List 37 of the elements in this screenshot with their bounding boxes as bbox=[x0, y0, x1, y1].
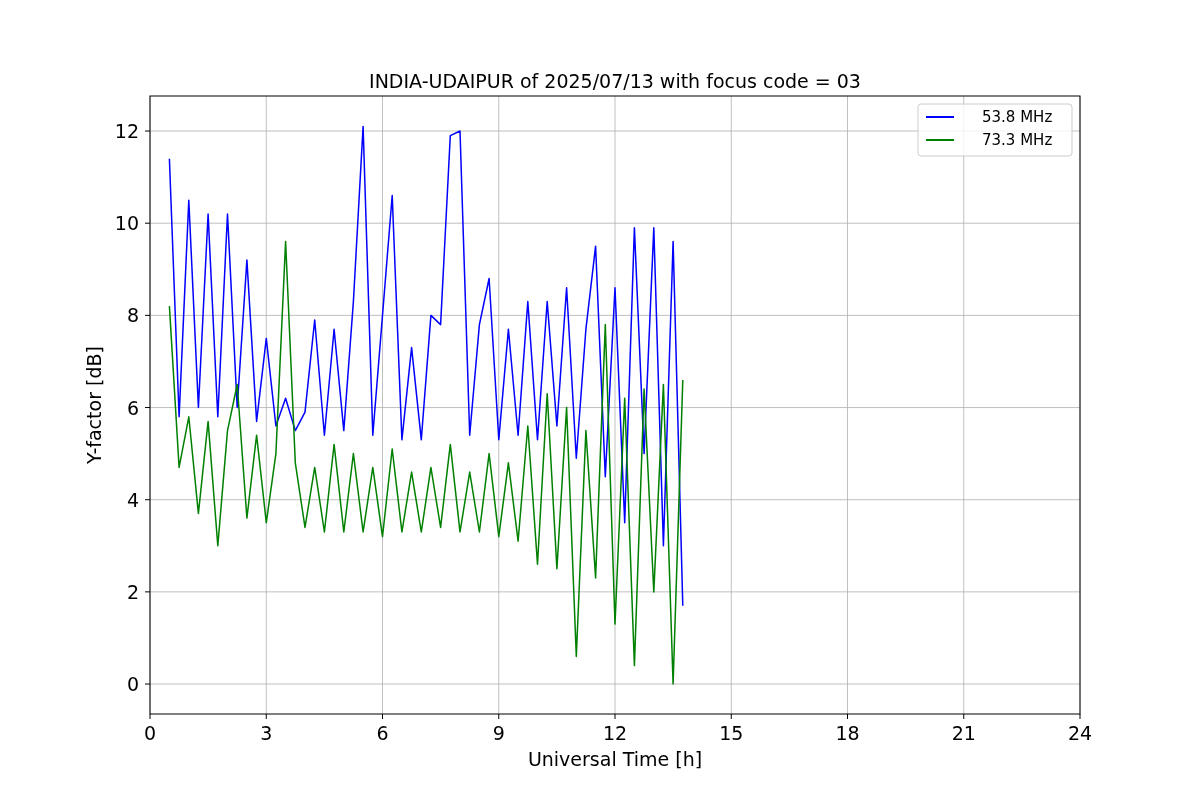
legend-label: 73.3 MHz bbox=[982, 131, 1053, 149]
tick-mark bbox=[144, 130, 151, 132]
tick-mark bbox=[730, 713, 732, 720]
tick-mark bbox=[144, 499, 151, 501]
tick-label: 6 bbox=[126, 396, 139, 419]
tick-label: 21 bbox=[951, 722, 976, 744]
tick-label: 2 bbox=[126, 580, 139, 603]
tick-mark bbox=[144, 683, 151, 685]
tick-label: 18 bbox=[835, 722, 860, 744]
tick-label: 6 bbox=[376, 722, 389, 744]
y-axis-label: Y-factor [dB] bbox=[83, 346, 105, 464]
tick-mark bbox=[1079, 713, 1081, 720]
tick-label: 10 bbox=[114, 212, 139, 235]
tick-label: 0 bbox=[126, 673, 139, 696]
legend-label: 53.8 MHz bbox=[982, 108, 1053, 126]
tick-mark bbox=[144, 591, 151, 593]
tick-mark bbox=[144, 314, 151, 316]
tick-mark bbox=[144, 222, 151, 224]
tick-label: 15 bbox=[719, 722, 744, 744]
tick-mark bbox=[382, 713, 383, 720]
tick-label: 24 bbox=[1067, 722, 1093, 744]
tick-label: 0 bbox=[143, 722, 157, 744]
tick-label: 4 bbox=[126, 488, 139, 511]
tick-label: 8 bbox=[126, 304, 139, 327]
tick-mark bbox=[498, 713, 500, 720]
tick-label: 3 bbox=[260, 722, 273, 744]
x-axis-label: Universal Time [h] bbox=[527, 748, 703, 770]
tick-mark bbox=[144, 407, 151, 409]
tick-mark bbox=[614, 713, 616, 720]
tick-label: 9 bbox=[492, 722, 505, 744]
tick-mark bbox=[265, 713, 267, 720]
tick-mark bbox=[149, 713, 151, 720]
tick-label: 12 bbox=[114, 120, 139, 142]
tick-label: 12 bbox=[602, 722, 628, 744]
chart-title: INDIA-UDAIPUR of 2025/07/13 with focus code = 03 bbox=[369, 70, 861, 92]
tick-mark bbox=[963, 713, 965, 720]
tick-mark bbox=[847, 713, 848, 720]
